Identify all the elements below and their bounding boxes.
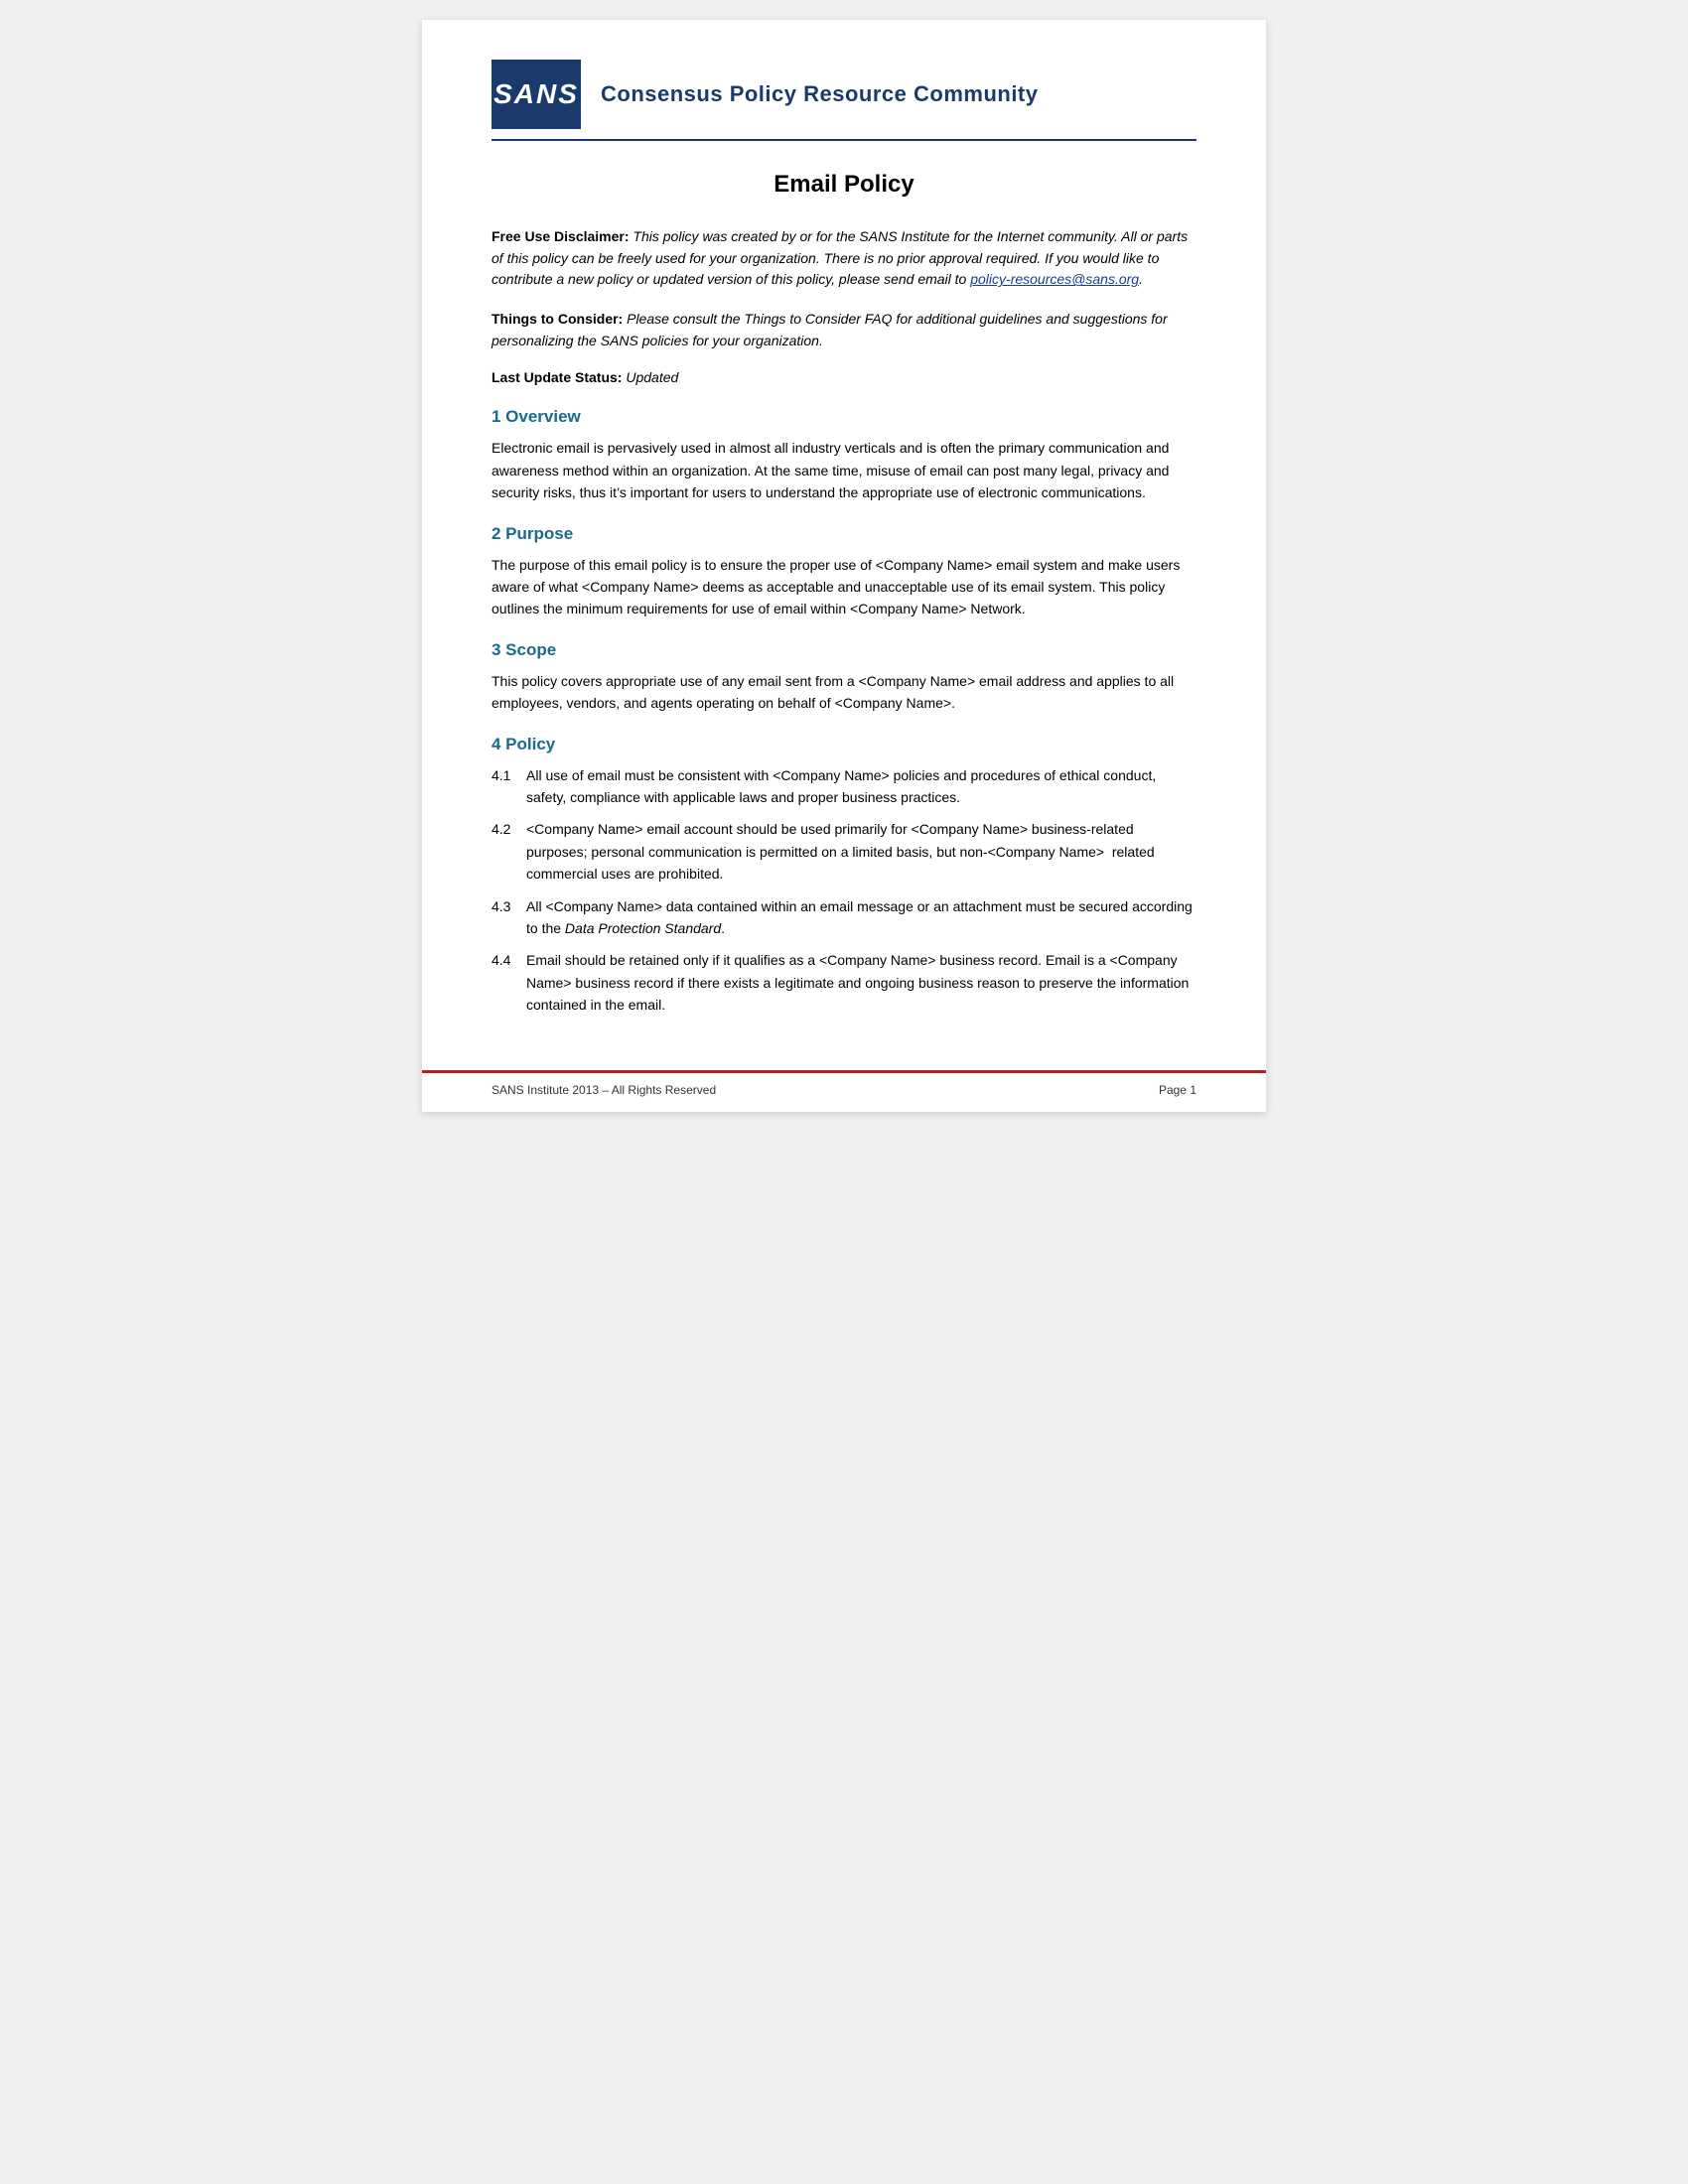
sections-container: 1 Overview Electronic email is pervasivel… [492, 407, 1196, 1016]
policy-item-num: 4.1 [492, 764, 526, 809]
footer-inner: SANS Institute 2013 – All Rights Reserve… [492, 1083, 1196, 1097]
section-4: 4 Policy 4.1All use of email must be cons… [492, 735, 1196, 1017]
section-heading-1: 1 Overview [492, 407, 1196, 427]
disclaimer-end: . [1139, 271, 1143, 287]
section-body-1: Electronic email is pervasively used in … [492, 437, 1196, 503]
policy-item-4.1: 4.1All use of email must be consistent w… [492, 764, 1196, 809]
section-body-2: The purpose of this email policy is to e… [492, 554, 1196, 620]
logo-text: SANS [493, 78, 579, 110]
page-footer: SANS Institute 2013 – All Rights Reserve… [422, 1070, 1266, 1112]
section-heading-4: 4 Policy [492, 735, 1196, 754]
disclaimer-link[interactable]: policy-resources@sans.org [970, 271, 1139, 287]
section-3: 3 Scope This policy covers appropriate us… [492, 640, 1196, 715]
policy-item-text: All <Company Name> data contained within… [526, 895, 1196, 940]
section-2: 2 Purpose The purpose of this email polic… [492, 524, 1196, 620]
policy-item-num: 4.3 [492, 895, 526, 940]
last-update-section: Last Update Status: Updated [492, 369, 1196, 385]
policy-item-num: 4.4 [492, 949, 526, 1016]
page-header: SANS Consensus Policy Resource Community [492, 60, 1196, 141]
things-label: Things to Consider: [492, 311, 623, 327]
policy-item-4.3: 4.3All <Company Name> data contained wit… [492, 895, 1196, 940]
section-body-3: This policy covers appropriate use of an… [492, 670, 1196, 715]
footer-right: Page 1 [1159, 1083, 1196, 1097]
last-update-status: Updated [626, 369, 678, 385]
document-title: Email Policy [492, 171, 1196, 199]
footer-left: SANS Institute 2013 – All Rights Reserve… [492, 1083, 716, 1097]
policy-item-text: All use of email must be consistent with… [526, 764, 1196, 809]
section-heading-2: 2 Purpose [492, 524, 1196, 544]
section-1: 1 Overview Electronic email is pervasivel… [492, 407, 1196, 503]
policy-item-text: <Company Name> email account should be u… [526, 818, 1196, 885]
policy-list: 4.1All use of email must be consistent w… [492, 764, 1196, 1017]
document-page: SANS Consensus Policy Resource Community… [422, 20, 1266, 1112]
section-heading-3: 3 Scope [492, 640, 1196, 660]
disclaimer-section: Free Use Disclaimer: This policy was cre… [492, 226, 1196, 291]
disclaimer-label: Free Use Disclaimer: [492, 228, 630, 244]
policy-item-4.2: 4.2<Company Name> email account should b… [492, 818, 1196, 885]
policy-item-num: 4.2 [492, 818, 526, 885]
last-update-label: Last Update Status: [492, 369, 622, 385]
sans-logo: SANS [492, 60, 581, 129]
policy-item-text: Email should be retained only if it qual… [526, 949, 1196, 1016]
policy-item-4.4: 4.4Email should be retained only if it q… [492, 949, 1196, 1016]
header-title: Consensus Policy Resource Community [601, 81, 1039, 107]
things-to-consider-section: Things to Consider: Please consult the T… [492, 309, 1196, 351]
